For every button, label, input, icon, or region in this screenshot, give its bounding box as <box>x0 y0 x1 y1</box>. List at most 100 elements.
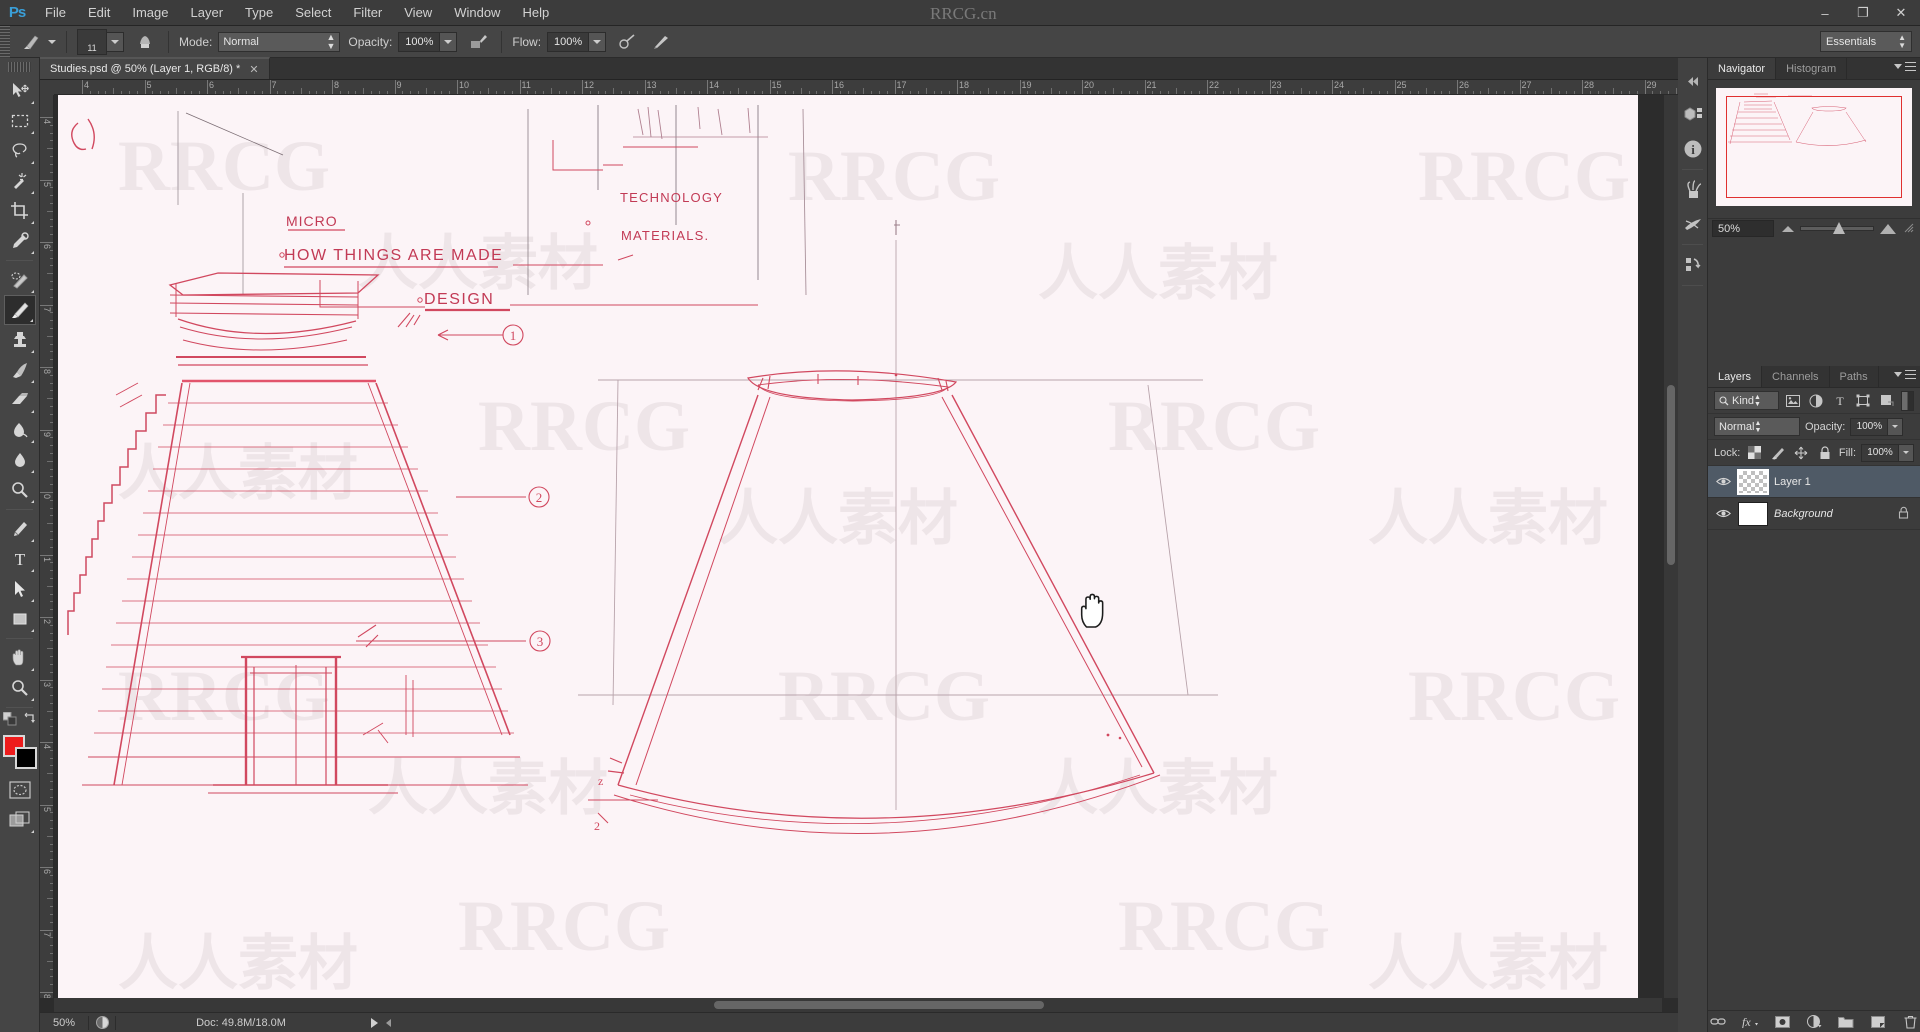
toolbar-gripper[interactable] <box>8 62 31 72</box>
status-collapse-icon[interactable] <box>382 1018 396 1027</box>
type-tool[interactable]: T <box>4 544 36 574</box>
delete-layer-icon[interactable] <box>1901 1013 1919 1031</box>
brush-size-value[interactable]: 11 <box>77 28 107 55</box>
pen-tool[interactable] <box>4 514 36 544</box>
vertical-ruler[interactable]: 4 5 6 7 8 9 0 1 2 3 4 5 6 7 8 <box>40 95 54 998</box>
path-selection-tool[interactable] <box>4 574 36 604</box>
tab-navigator[interactable]: Navigator <box>1708 58 1777 79</box>
blur-tool[interactable] <box>4 445 36 475</box>
menu-help[interactable]: Help <box>511 0 560 26</box>
zoom-level-input[interactable]: 50% <box>40 1017 88 1029</box>
swap-colors-icon[interactable] <box>23 712 37 729</box>
filter-shape-layers-icon[interactable] <box>1854 391 1873 410</box>
workspace-switcher[interactable]: Essentials ▲ ▼ <box>1820 31 1912 52</box>
menu-image[interactable]: Image <box>121 0 179 26</box>
document-tab[interactable]: Studies.psd @ 50% (Layer 1, RGB/8) * ✕ <box>40 57 270 79</box>
navigator-view-box[interactable] <box>1726 96 1902 198</box>
layer-name[interactable]: Background <box>1774 508 1892 520</box>
layer-style-fx-icon[interactable]: fx <box>1741 1013 1759 1031</box>
dodge-tool[interactable] <box>4 475 36 505</box>
navigator-zoom-slider[interactable] <box>1774 220 1904 237</box>
restore-button[interactable]: ❐ <box>1844 0 1882 26</box>
brushes-panel-icon[interactable] <box>1678 173 1708 207</box>
menu-filter[interactable]: Filter <box>342 0 393 26</box>
brush-size-picker[interactable]: 11 <box>73 26 128 58</box>
magic-wand-tool[interactable] <box>4 166 36 196</box>
eraser-tool[interactable] <box>4 385 36 415</box>
zoom-slider-track[interactable] <box>1800 222 1874 234</box>
menu-select[interactable]: Select <box>284 0 342 26</box>
horizontal-ruler[interactable]: 4 5 6 7 8 9 10 11 12 13 14 15 16 17 18 19 20 21 22 23 24 25 26… <box>54 80 1678 95</box>
zoom-tool[interactable] <box>4 673 36 703</box>
history-brush-tool[interactable] <box>4 355 36 385</box>
screen-mode-toggle[interactable] <box>4 805 36 835</box>
tab-channels[interactable]: Channels <box>1762 366 1830 387</box>
flow-dropdown-icon[interactable] <box>589 31 607 52</box>
gradient-tool[interactable] <box>4 415 36 445</box>
lock-position-icon[interactable] <box>1792 443 1810 462</box>
minimize-button[interactable]: – <box>1806 0 1844 26</box>
menu-window[interactable]: Window <box>443 0 511 26</box>
horizontal-scrollbar[interactable] <box>54 998 1662 1012</box>
options-bar-gripper[interactable] <box>0 25 10 58</box>
chevron-down-icon[interactable] <box>48 39 56 44</box>
lock-all-icon[interactable] <box>1815 443 1833 462</box>
layer-fill-input[interactable]: 100% <box>1861 443 1899 462</box>
rectangular-marquee-tool[interactable] <box>4 106 36 136</box>
brush-tool[interactable] <box>3 295 36 325</box>
vertical-scroll-thumb[interactable] <box>1667 385 1675 565</box>
layer-filter-kind-select[interactable]: Kind ▲ ▼ <box>1714 391 1779 410</box>
menu-file[interactable]: File <box>34 0 77 26</box>
layer-fill-dropdown-icon[interactable] <box>1899 443 1914 462</box>
airbrush-icon[interactable] <box>614 30 640 54</box>
brush-tool-preset-picker[interactable] <box>14 26 60 58</box>
layer-thumbnail[interactable] <box>1738 501 1768 526</box>
pressure-opacity-toggle[interactable] <box>461 26 495 58</box>
default-colors-icon[interactable] <box>2 711 17 729</box>
filter-type-layers-icon[interactable]: T <box>1831 391 1850 410</box>
horizontal-scroll-thumb[interactable] <box>714 1001 1044 1009</box>
navigator-thumbnail[interactable] <box>1716 88 1912 206</box>
filter-smart-objects-icon[interactable] <box>1878 391 1897 410</box>
status-expand-icon[interactable] <box>366 1017 382 1028</box>
toggle-brush-panel-button[interactable] <box>128 26 162 58</box>
new-adjustment-layer-icon[interactable] <box>1805 1013 1823 1031</box>
layer-row-layer-1[interactable]: Layer 1 <box>1708 466 1920 498</box>
layer-opacity-input[interactable]: 100% <box>1850 417 1889 436</box>
menu-view[interactable]: View <box>393 0 443 26</box>
eyedropper-tool[interactable] <box>4 226 36 256</box>
navigator-zoom-input[interactable]: 50% <box>1712 220 1774 237</box>
new-group-icon[interactable] <box>1837 1013 1855 1031</box>
layer-blend-mode-select[interactable]: Normal ▲ ▼ <box>1714 417 1800 436</box>
resize-grip-icon[interactable] <box>1904 222 1916 236</box>
filter-pixel-layers-icon[interactable] <box>1784 391 1803 410</box>
zoom-slider-knob[interactable] <box>1833 222 1846 234</box>
document-info[interactable]: Doc: 49.8M/18.0M <box>116 1017 366 1029</box>
layer-visibility-toggle[interactable] <box>1714 508 1732 519</box>
add-layer-mask-icon[interactable] <box>1773 1013 1791 1031</box>
menu-edit[interactable]: Edit <box>77 0 121 26</box>
lock-transparent-pixels-icon[interactable] <box>1745 443 1763 462</box>
layer-row-background[interactable]: Background <box>1708 498 1920 530</box>
layers-panel-menu[interactable] <box>1894 370 1916 379</box>
tab-paths[interactable]: Paths <box>1830 366 1879 387</box>
blend-mode-select[interactable]: Normal ▲ ▼ <box>218 31 341 52</box>
new-layer-icon[interactable] <box>1869 1013 1887 1031</box>
opacity-dropdown-icon[interactable] <box>440 31 458 52</box>
vertical-scrollbar[interactable] <box>1664 95 1678 998</box>
canvas-viewport[interactable]: RRCG 人人素材 RRCG 人人素材 RRCG 人人素材 RRCG 人人素材 … <box>54 95 1662 998</box>
zoom-in-icon[interactable] <box>1880 223 1896 234</box>
close-icon[interactable]: ✕ <box>249 63 258 76</box>
3d-panel-icon[interactable] <box>1678 98 1708 132</box>
tab-histogram[interactable]: Histogram <box>1776 58 1848 79</box>
pressure-size-toggle[interactable] <box>644 26 678 58</box>
layer-visibility-toggle[interactable] <box>1714 476 1732 487</box>
lock-image-pixels-icon[interactable] <box>1769 443 1787 462</box>
layer-opacity-dropdown-icon[interactable] <box>1888 417 1904 436</box>
brush-preset-dropdown-icon[interactable] <box>107 31 124 52</box>
lasso-tool[interactable] <box>4 136 36 166</box>
layer-name[interactable]: Layer 1 <box>1774 476 1914 488</box>
expand-dock-icon[interactable] <box>1678 64 1708 98</box>
clone-stamp-tool[interactable] <box>4 325 36 355</box>
menu-type[interactable]: Type <box>234 0 284 26</box>
